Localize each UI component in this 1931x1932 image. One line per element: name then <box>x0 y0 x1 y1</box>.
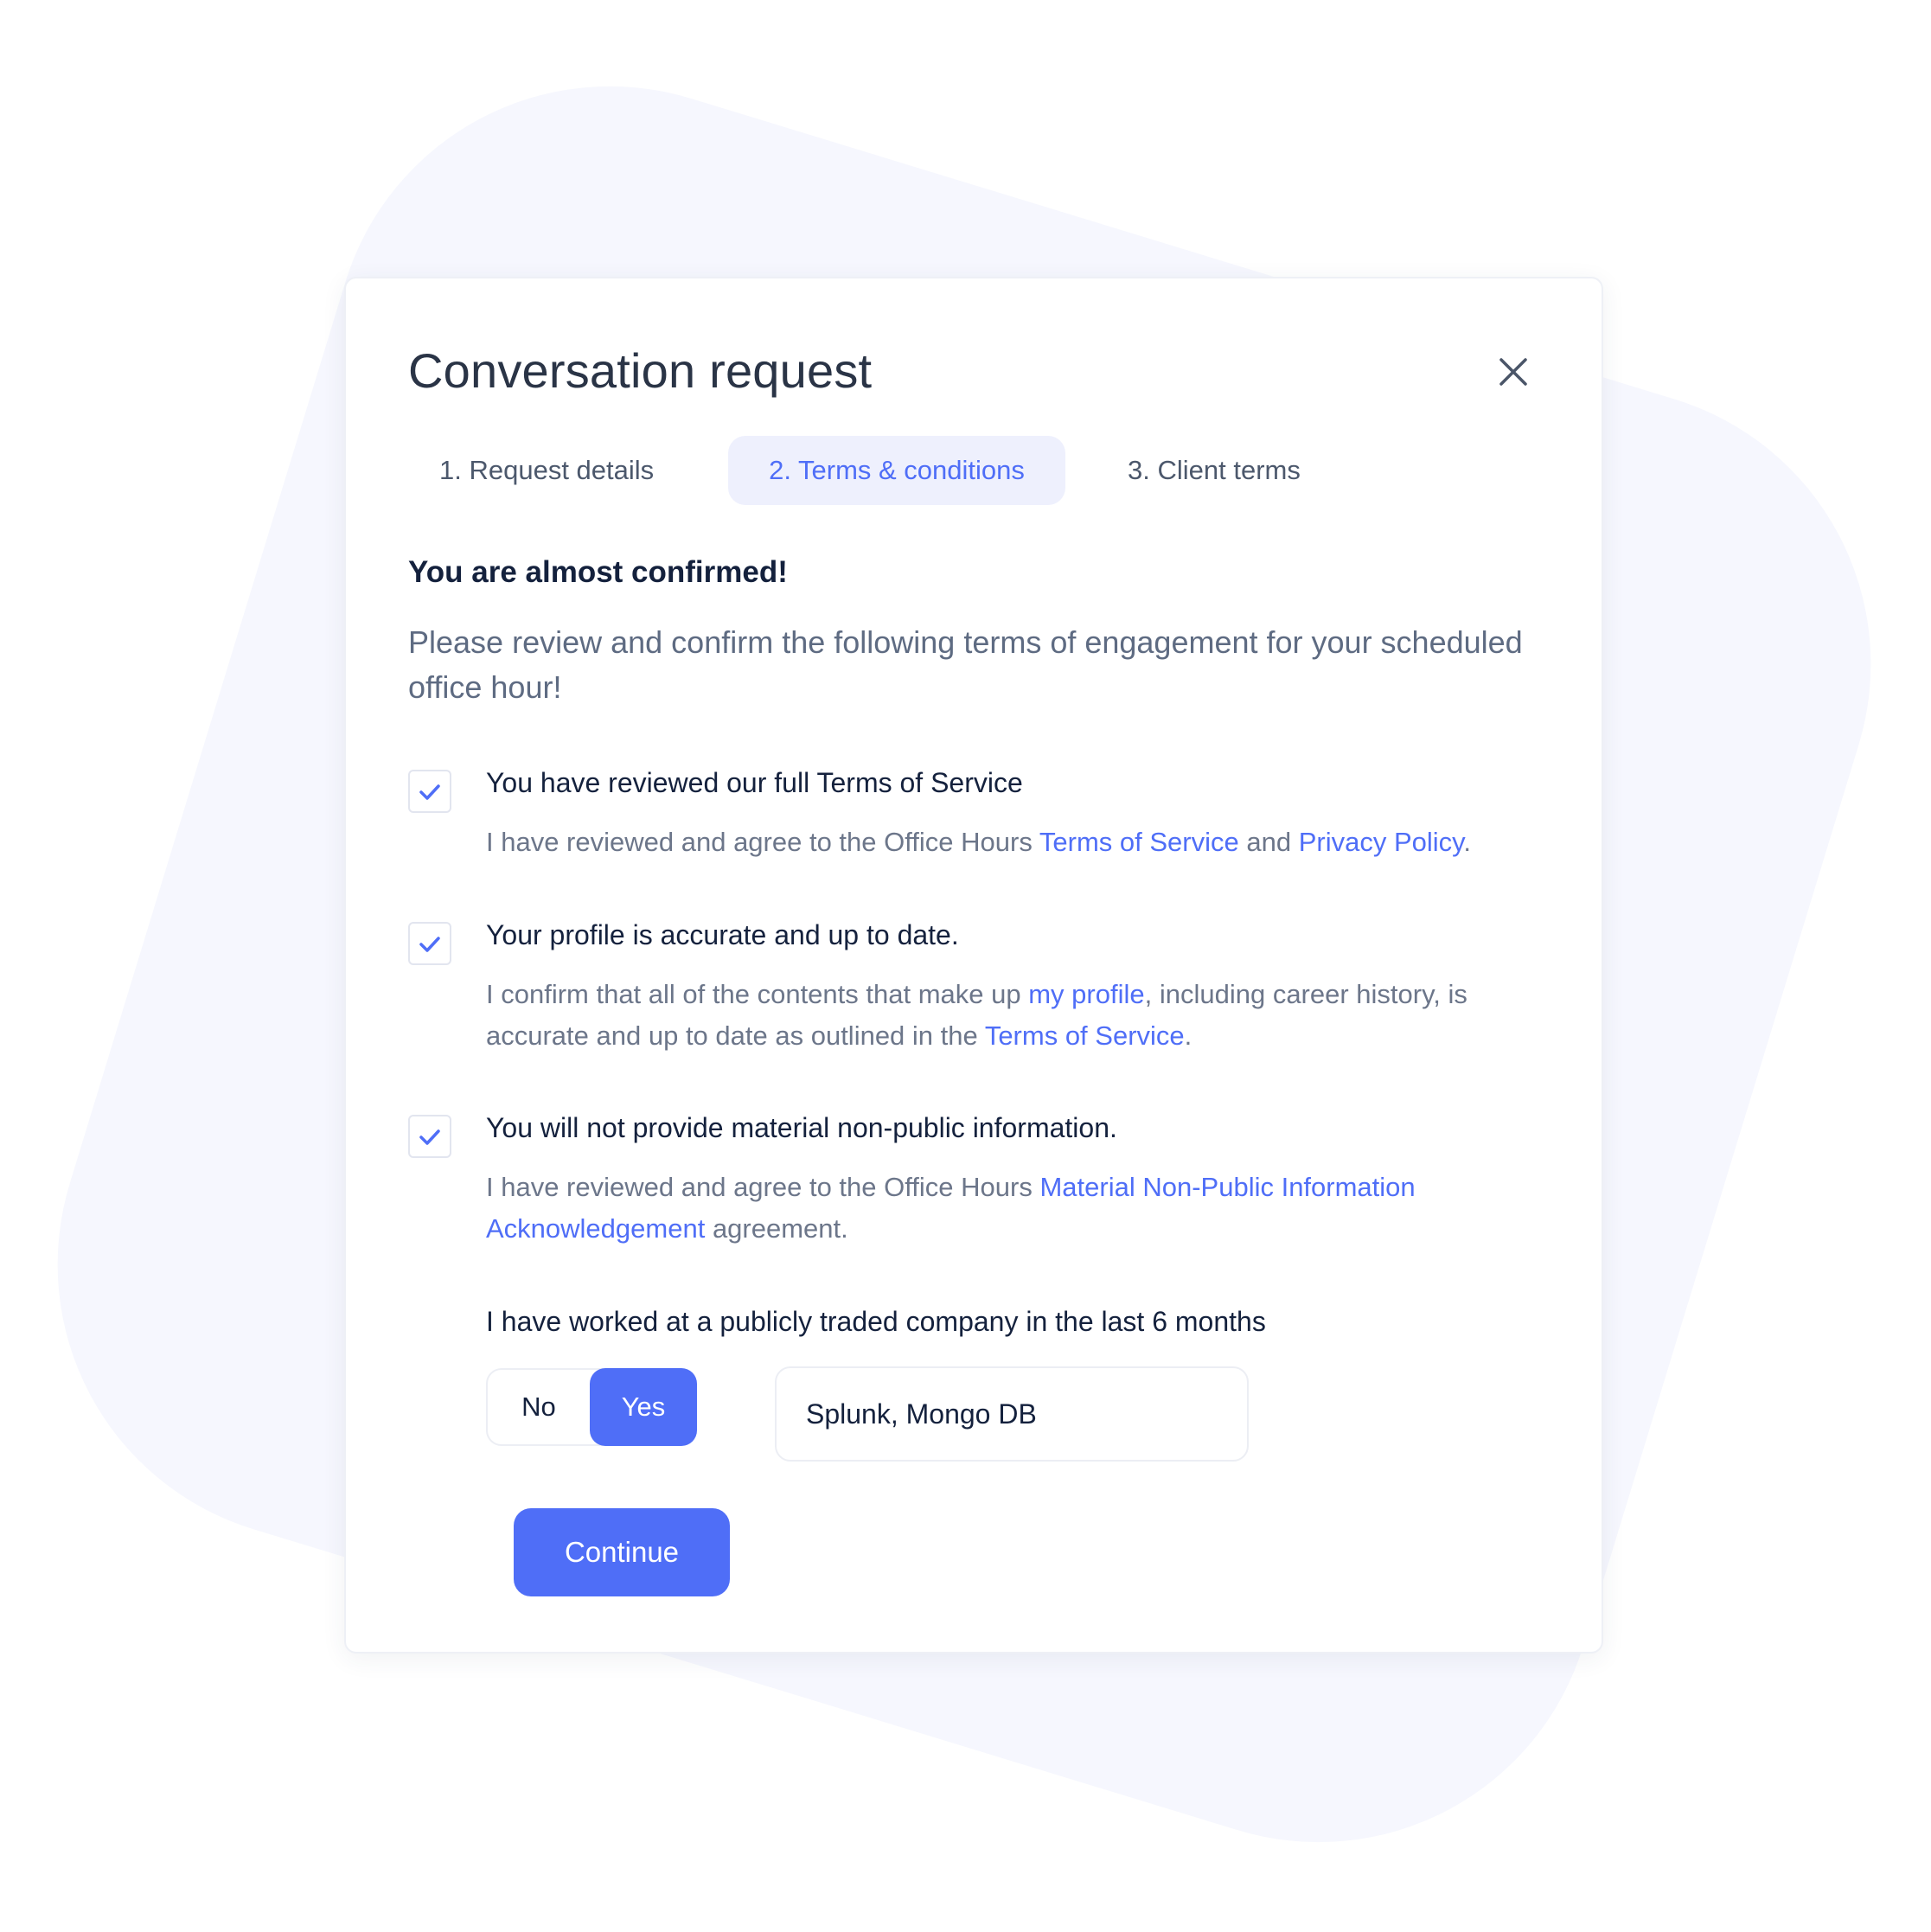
term-desc-text: I confirm that all of the contents that … <box>486 979 1029 1009</box>
term-desc-text: I have reviewed and agree to the Office … <box>486 827 1039 857</box>
check-icon <box>419 1129 440 1145</box>
tab-client-terms[interactable]: 3. Client terms <box>1128 436 1301 505</box>
privacy-policy-link[interactable]: Privacy Policy <box>1299 827 1464 857</box>
check-icon <box>419 784 440 800</box>
check-icon <box>419 937 440 952</box>
terms-of-service-link[interactable]: Terms of Service <box>1039 827 1239 857</box>
term-desc-text: . <box>1463 827 1471 857</box>
continue-button[interactable]: Continue <box>514 1508 730 1596</box>
intro-text: Please review and confirm the following … <box>408 624 1523 705</box>
terms-of-service-checkbox[interactable] <box>408 770 451 813</box>
public-company-question: I have worked at a publicly traded compa… <box>486 1306 1266 1337</box>
profile-accurate-checkbox[interactable] <box>408 922 451 965</box>
term-desc-mnpi: I have reviewed and agree to the Office … <box>486 1167 1541 1250</box>
term-desc-text: agreement. <box>705 1213 848 1244</box>
conversation-request-modal: Conversation request 1. Request details … <box>344 277 1603 1654</box>
term-desc-profile-accurate: I confirm that all of the contents that … <box>486 974 1541 1057</box>
my-profile-link[interactable]: my profile <box>1028 979 1144 1009</box>
term-desc-text: and <box>1238 827 1299 857</box>
term-title-terms-of-service: You have reviewed our full Terms of Serv… <box>486 767 1023 798</box>
tab-request-details[interactable]: 1. Request details <box>439 436 654 505</box>
companies-input[interactable] <box>775 1366 1249 1462</box>
toggle-yes-option[interactable]: Yes <box>590 1368 697 1446</box>
term-desc-terms-of-service: I have reviewed and agree to the Office … <box>486 822 1541 863</box>
term-desc-text: . <box>1184 1020 1192 1051</box>
modal-title: Conversation request <box>408 343 873 398</box>
close-icon <box>1499 358 1527 386</box>
term-desc-text: I have reviewed and agree to the Office … <box>486 1172 1040 1202</box>
term-title-profile-accurate: Your profile is accurate and up to date. <box>486 919 959 950</box>
tab-terms-conditions[interactable]: 2. Terms & conditions <box>728 436 1065 505</box>
term-title-mnpi: You will not provide material non-public… <box>486 1112 1117 1143</box>
mnpi-checkbox[interactable] <box>408 1115 451 1158</box>
terms-of-service-link[interactable]: Terms of Service <box>985 1020 1185 1051</box>
yes-no-toggle: No Yes <box>486 1368 697 1446</box>
close-button[interactable] <box>1493 351 1534 393</box>
confirmation-heading: You are almost confirmed! <box>408 555 788 589</box>
toggle-no-option[interactable]: No <box>488 1370 590 1444</box>
